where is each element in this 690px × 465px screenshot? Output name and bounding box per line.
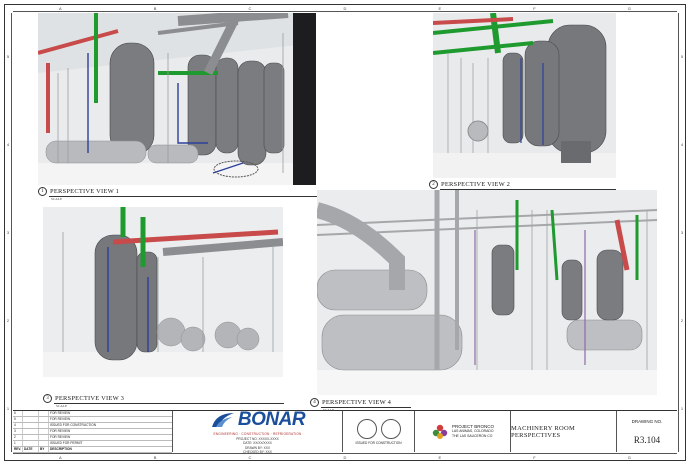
rev-no: 3 xyxy=(13,429,23,434)
rev-no: 1 xyxy=(13,441,23,446)
client-company: THE LAS SAUCERON CO xyxy=(452,433,493,438)
rev-by xyxy=(39,411,49,416)
rev-header: DATE xyxy=(23,447,39,452)
grid-label: 4 xyxy=(680,142,684,148)
view-scale: SCALE xyxy=(51,197,63,201)
title-underline xyxy=(54,403,284,404)
grid-label: C xyxy=(248,5,252,11)
grid-label: F xyxy=(533,454,536,460)
rev-date xyxy=(23,429,39,434)
view-3-caption: 3 PERSPECTIVE VIEW 3 SCALE xyxy=(43,394,284,408)
rev-date xyxy=(23,441,39,446)
drawing-sheet: A B C D E F G 5 4 3 2 1 5 4 3 2 1 1 PERS… xyxy=(4,4,686,461)
rev-by xyxy=(39,435,49,440)
company-logo: BONAR xyxy=(210,409,306,431)
view-number: 1 xyxy=(38,187,47,196)
revision-table: 6 FOR REVIEW 5 FOR REVIEW 4 ISSUED FOR CONS… xyxy=(13,411,173,453)
sheet-title: MACHINERY ROOM PERSPECTIVES xyxy=(511,424,576,439)
grid-label: 1 xyxy=(6,405,10,411)
stamp-caption: ISSUED FOR CONSTRUCTION xyxy=(355,440,402,445)
client-flower-logo-icon xyxy=(432,424,448,439)
grid-label: 5 xyxy=(6,54,10,60)
grid-ruler-bottom: A B C D E F G xyxy=(13,453,677,460)
view-number: 3 xyxy=(43,394,52,403)
rev-date xyxy=(23,411,39,416)
grid-label: B xyxy=(153,454,157,460)
bonar-swoosh-icon xyxy=(211,413,234,428)
rev-desc: FOR REVIEW xyxy=(50,429,71,433)
perspective-view-4-render[interactable] xyxy=(317,190,657,395)
perspective-view-3-render[interactable] xyxy=(43,207,283,377)
company-tagline: ENGINEERING · CONSTRUCTION · REFRIGERATI… xyxy=(213,432,302,437)
view-title: PERSPECTIVE VIEW 3 xyxy=(55,395,125,402)
view-1-caption: 1 PERSPECTIVE VIEW 1 SCALE xyxy=(38,187,319,201)
rev-no: 5 xyxy=(13,417,23,422)
rev-desc: ISSUED FOR CONSTRUCTION xyxy=(50,423,97,427)
drawing-number: R3.104 xyxy=(633,434,661,445)
rev-by xyxy=(39,417,49,422)
rev-desc: FOR REVIEW xyxy=(50,417,71,421)
view-number: 4 xyxy=(310,398,319,407)
rev-desc: FOR REVIEW xyxy=(50,411,71,415)
title-underline xyxy=(321,407,411,408)
company-name: BONAR xyxy=(237,409,306,431)
view-title: PERSPECTIVE VIEW 1 xyxy=(50,188,120,195)
grid-label: 3 xyxy=(680,229,684,235)
rev-by xyxy=(39,441,49,446)
rev-no: 6 xyxy=(13,411,23,416)
grid-label: 5 xyxy=(680,54,684,60)
company-logo-block: BONAR ENGINEERING · CONSTRUCTION · REFRI… xyxy=(173,409,343,454)
rev-date xyxy=(23,423,39,428)
view-number: 2 xyxy=(429,180,438,189)
grid-label: B xyxy=(153,5,157,11)
perspective-view-2-render[interactable] xyxy=(433,13,616,178)
view-2-caption: 2 PERSPECTIVE VIEW 2 SCALE xyxy=(429,180,616,194)
rev-by xyxy=(39,429,49,434)
rev-date xyxy=(23,417,39,422)
rev-header: REV. xyxy=(14,447,23,452)
view-title: PERSPECTIVE VIEW 2 xyxy=(441,181,511,188)
grid-label: F xyxy=(533,5,536,11)
grid-ruler-top: A B C D E F G xyxy=(13,5,677,12)
grid-label: 2 xyxy=(680,317,684,323)
sheet-title-block: MACHINERY ROOM PERSPECTIVES xyxy=(511,411,617,452)
grid-label: G xyxy=(627,5,631,11)
grid-label: 3 xyxy=(6,229,10,235)
rev-no: 4 xyxy=(13,423,23,428)
grid-label: D xyxy=(343,454,347,460)
grid-label: 4 xyxy=(6,142,10,148)
engineer-seal-stamp xyxy=(380,418,401,439)
grid-label: E xyxy=(438,454,442,460)
grid-ruler-left: 5 4 3 2 1 xyxy=(5,13,12,452)
project-info: PROJECT NO. XXXXX-XXXX DATE: XX/XX/XXXX … xyxy=(236,437,278,454)
rev-header: DESCRIPTION xyxy=(50,447,72,451)
grid-label: C xyxy=(248,454,252,460)
rev-by xyxy=(39,423,49,428)
drawing-number-label: DRAWING NO. xyxy=(631,418,663,424)
rev-desc: FOR REVIEW xyxy=(50,435,71,439)
client-block: PROJECT BRONCO LAS ANIMAS, COLORADO THE … xyxy=(415,411,511,452)
rev-desc: ISSUED FOR PERMIT xyxy=(50,441,83,445)
title-underline xyxy=(49,196,319,197)
perspective-view-1-render[interactable] xyxy=(38,13,316,185)
view-4-caption: 4 PERSPECTIVE VIEW 4 SCALE xyxy=(310,398,411,412)
grid-label: 1 xyxy=(680,405,684,411)
rev-no: 2 xyxy=(13,435,23,440)
grid-label: 2 xyxy=(6,317,10,323)
rev-header: BY xyxy=(39,447,49,452)
engineer-stamp-block: ISSUED FOR CONSTRUCTION xyxy=(343,411,415,452)
view-scale: SCALE xyxy=(56,404,68,408)
drawing-number-block: DRAWING NO. R3.104 xyxy=(617,411,677,452)
grid-label: A xyxy=(59,5,62,11)
title-block: 6 FOR REVIEW 5 FOR REVIEW 4 ISSUED FOR CONS… xyxy=(13,409,677,454)
grid-ruler-right: 5 4 3 2 1 xyxy=(678,13,685,452)
rev-date xyxy=(23,435,39,440)
grid-label: D xyxy=(343,5,347,11)
grid-label: E xyxy=(438,5,442,11)
engineer-seal-stamp xyxy=(356,418,377,439)
view-title: PERSPECTIVE VIEW 4 xyxy=(322,399,392,406)
grid-label: G xyxy=(627,454,631,460)
grid-label: A xyxy=(59,454,62,460)
